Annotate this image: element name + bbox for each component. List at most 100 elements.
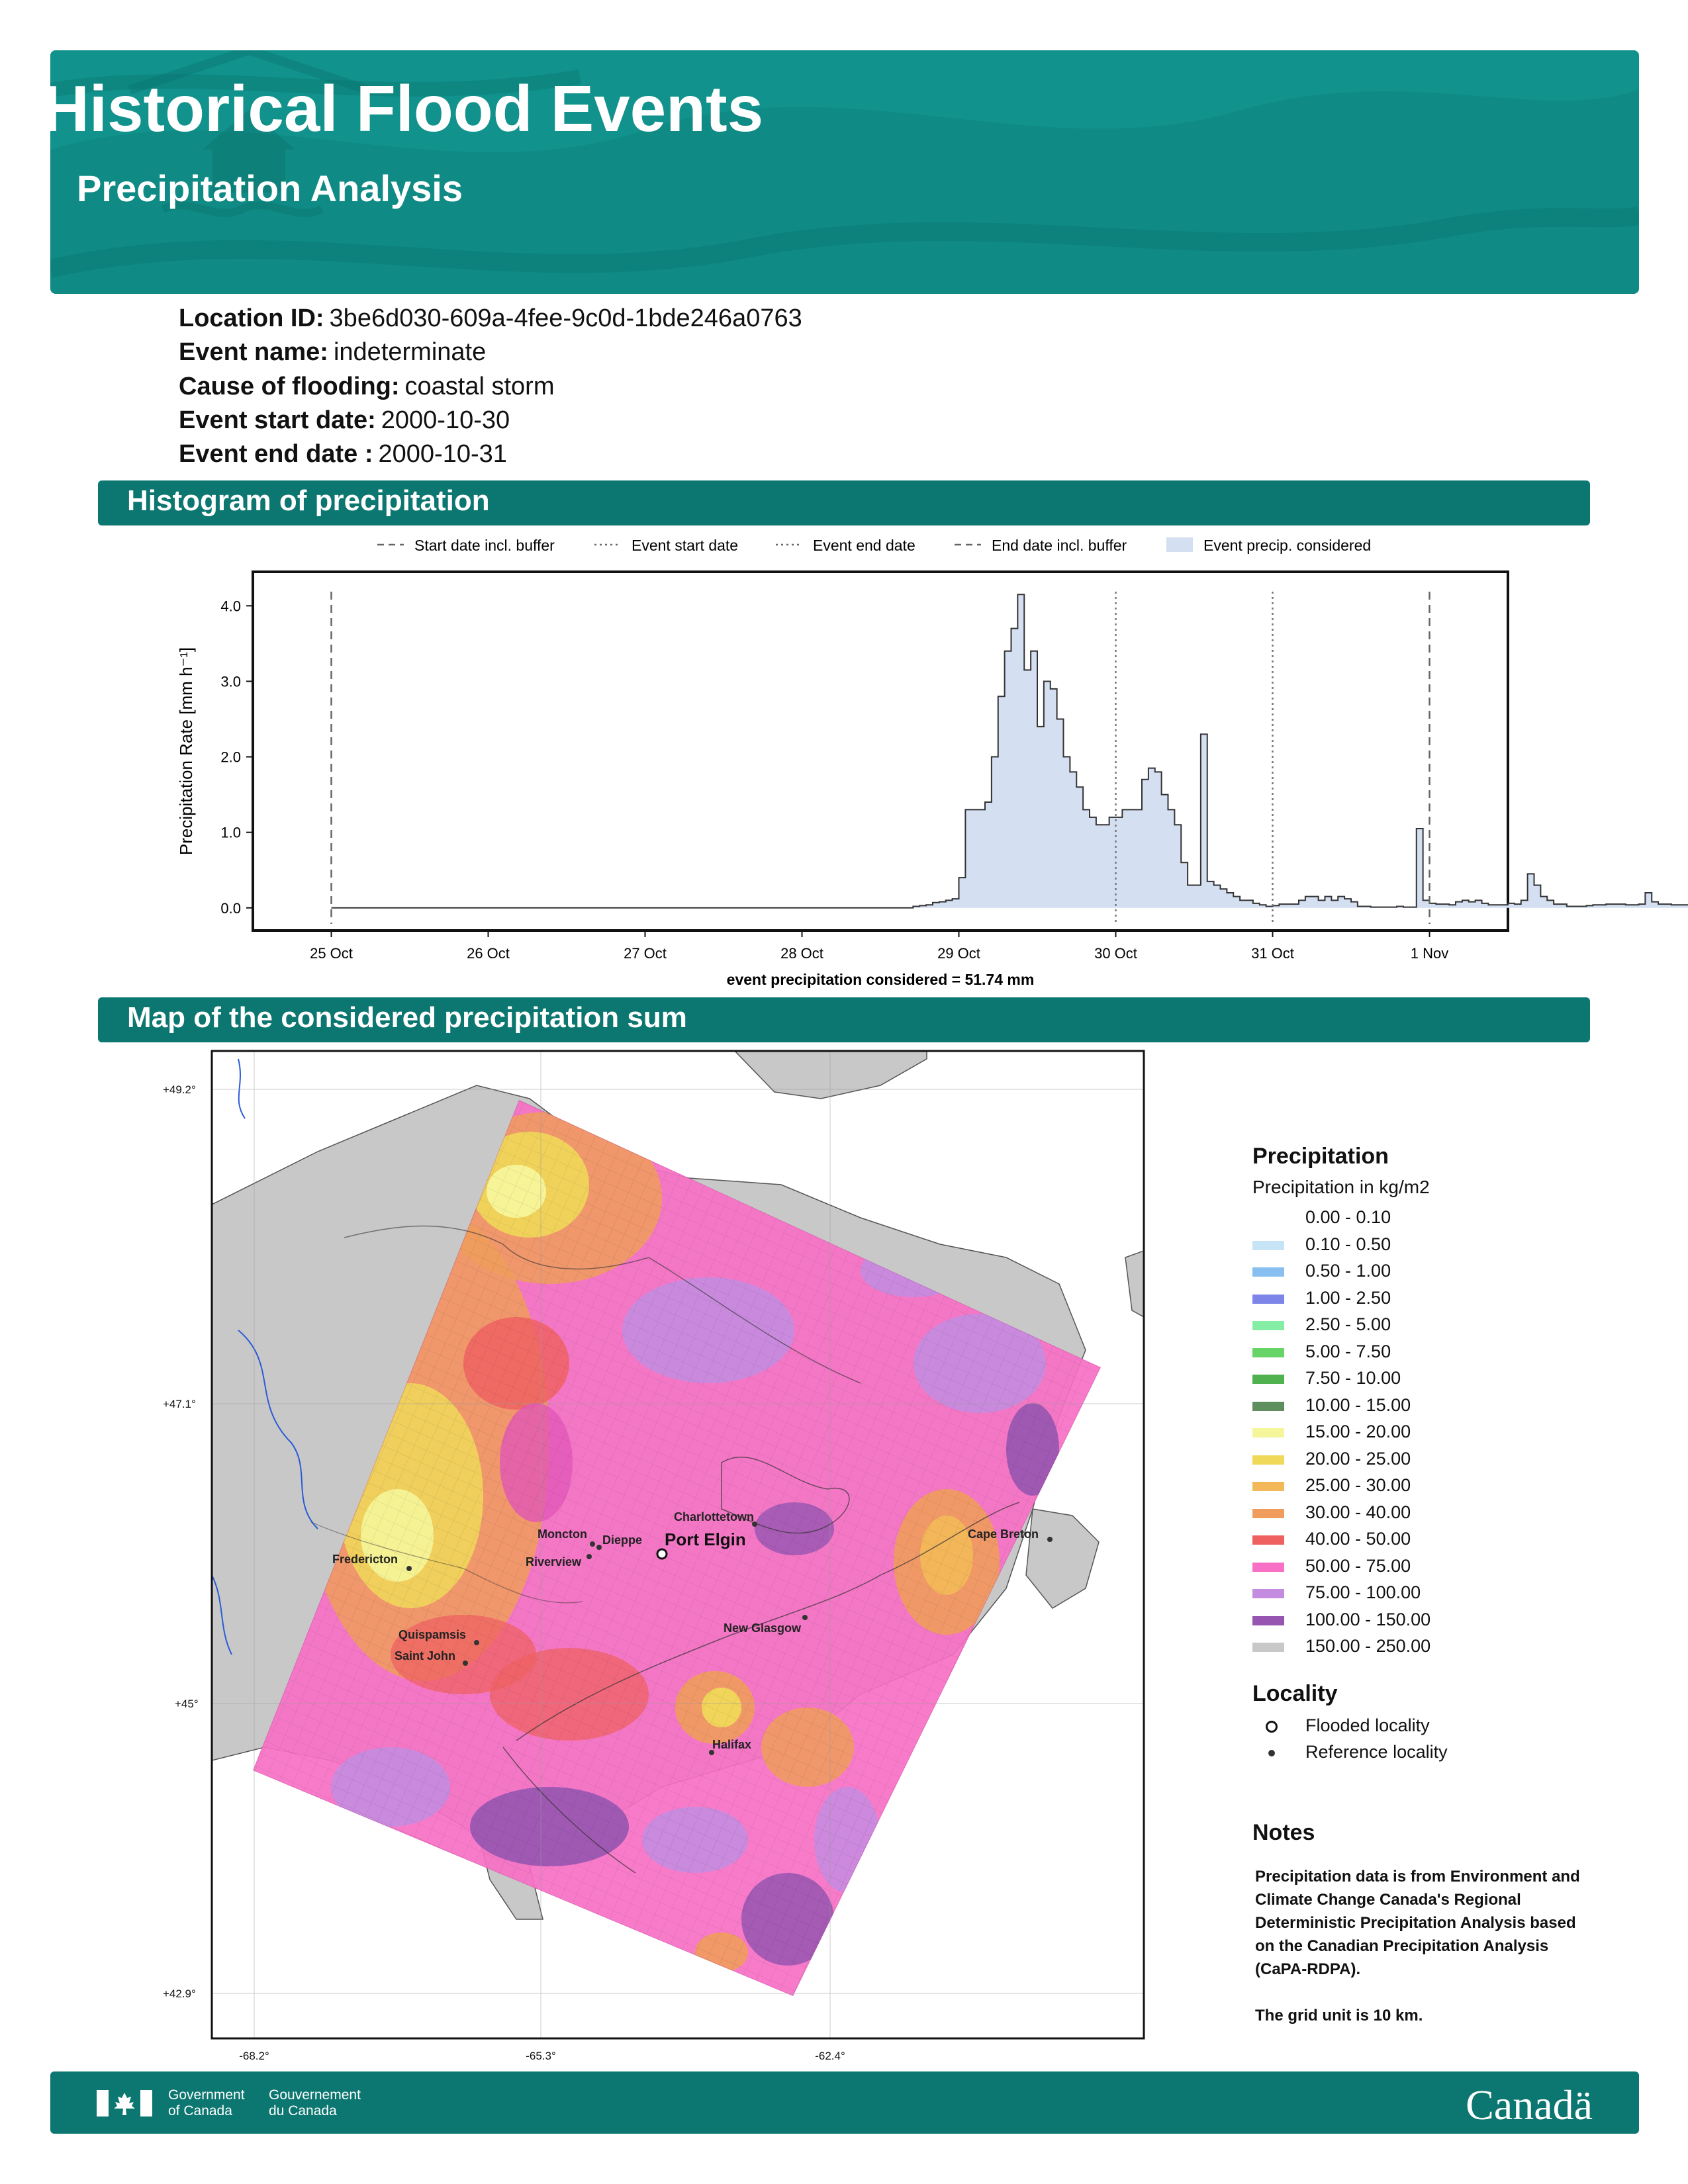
reference-locality-dot: [1047, 1537, 1053, 1542]
lat-tick: +47.1°: [163, 1398, 196, 1410]
notes-text: Precipitation data is from Environment a…: [1255, 1865, 1613, 2027]
lon-tick: -68.2°: [239, 2050, 269, 2062]
histogram-bar: [1351, 901, 1358, 908]
histogram-bar: [1318, 900, 1325, 908]
legend-color-swatch: [1252, 1321, 1284, 1330]
histogram-bar: [1429, 903, 1436, 908]
reference-locality-dot: [586, 1554, 592, 1559]
notes-line: Climate Change Canada's Regional: [1255, 1891, 1521, 1909]
legend-bin-label: 50.00 - 75.00: [1305, 1555, 1411, 1576]
x-tick-label: 1 Nov: [1411, 945, 1448, 962]
legend-bin-label: 100.00 - 150.00: [1305, 1609, 1431, 1629]
histogram-bar: [1468, 901, 1476, 908]
legend-bin-label: 150.00 - 250.00: [1305, 1636, 1431, 1656]
histogram-bar: [1246, 900, 1254, 908]
legend-bin-label: 10.00 - 15.00: [1305, 1394, 1411, 1415]
histogram-bar: [1462, 900, 1470, 908]
histogram-bar: [1220, 889, 1227, 908]
histogram-bar: [1416, 828, 1424, 908]
notes-spacer: [1255, 1981, 1613, 2004]
legend-color-swatch: [1252, 1455, 1284, 1465]
histogram-bar: [1540, 896, 1548, 908]
gov-name-fr-line1: Gouvernement: [269, 2087, 361, 2103]
flooded-marker-icon: [1266, 1721, 1278, 1733]
legend-bin-label: 40.00 - 50.00: [1305, 1529, 1411, 1549]
gov-name-fr: Gouvernement du Canada: [269, 2087, 361, 2119]
histogram-bar: [1338, 896, 1345, 908]
histogram-bar: [1475, 900, 1482, 908]
histogram-bar: [1652, 901, 1659, 908]
histogram-bar: [1331, 900, 1338, 908]
legend-color-swatch: [1252, 1214, 1284, 1223]
lat-tick: +49.2°: [163, 1083, 196, 1096]
legend-color-swatch: [1252, 1482, 1284, 1491]
histogram-bar: [1213, 885, 1221, 908]
histogram-bar: [1508, 903, 1515, 908]
histogram-bar: [1645, 892, 1652, 908]
reference-locality-dot: [596, 1545, 602, 1550]
legend-color-swatch: [1252, 1615, 1284, 1625]
flooded-locality-marker: [656, 1548, 668, 1560]
legend-bin-label: 2.50 - 5.00: [1305, 1314, 1391, 1334]
reference-locality-dot: [474, 1640, 479, 1645]
locality-label: Dieppe: [602, 1533, 642, 1547]
legend-label: Reference locality: [1305, 1742, 1448, 1762]
histogram-bar: [1240, 900, 1247, 908]
lat-tick: +42.9°: [163, 1987, 196, 2000]
locality-label: New Glasgow: [724, 1621, 802, 1635]
locality-label: Charlottetown: [674, 1510, 754, 1524]
legend-bin-label: 1.00 - 2.50: [1305, 1287, 1391, 1308]
legend-bin-label: 20.00 - 25.00: [1305, 1448, 1411, 1469]
legend-bin-label: 25.00 - 30.00: [1305, 1475, 1411, 1495]
legend-bin-label: 15.00 - 20.00: [1305, 1422, 1411, 1441]
histogram-bar: [1547, 900, 1554, 908]
lon-tick: -62.4°: [815, 2050, 845, 2062]
locality-label: Moncton: [538, 1527, 587, 1541]
legend-color-swatch: [1252, 1240, 1284, 1250]
lat-tick: +45°: [175, 1698, 199, 1710]
precipitation-map: Charlottetown Moncton Dieppe Riverview F…: [163, 1050, 1145, 2062]
legend-bin-label: 7.50 - 10.00: [1305, 1368, 1401, 1388]
histogram-bar: [1481, 903, 1489, 908]
gov-name-fr-line2: du Canada: [269, 2103, 337, 2118]
legend-color-swatch: [1252, 1562, 1284, 1572]
locality-label: Fredericton: [332, 1553, 398, 1566]
legend-label: Event precip. considered: [1203, 537, 1371, 554]
notes-title: Notes: [1252, 1820, 1315, 1845]
canada-wordmark: Canadä: [1466, 2081, 1593, 2128]
histogram-bar: [1200, 734, 1208, 908]
legend-title: Precipitation: [1252, 1144, 1389, 1169]
histogram-bar: [1194, 885, 1201, 908]
flooded-locality-label: Port Elgin: [665, 1529, 746, 1549]
histogram-bar: [1233, 896, 1241, 908]
legend-color-swatch: [1252, 1267, 1284, 1277]
legend-bin-label: 30.00 - 40.00: [1305, 1502, 1411, 1522]
histogram-bar: [1344, 899, 1352, 908]
reference-locality-dot: [802, 1615, 808, 1620]
reference-locality-dot: [463, 1661, 468, 1666]
notes-line: Deterministic Precipitation Analysis bas…: [1255, 1914, 1576, 1932]
locality-legend-title: Locality: [1252, 1681, 1338, 1706]
gov-name-en-line1: Government: [168, 2087, 245, 2103]
notes-line: The grid unit is 10 km.: [1255, 2007, 1423, 2025]
locality-label: Cape Breton: [968, 1527, 1039, 1541]
legend-bin-label: 0.00 - 0.10: [1305, 1207, 1391, 1227]
gov-name-en: Government of Canada: [168, 2087, 245, 2119]
locality-label: Riverview: [526, 1555, 582, 1569]
legend-bin-label: 0.10 - 0.50: [1305, 1234, 1391, 1254]
histogram-bar: [1325, 896, 1332, 908]
legend-color-swatch: [1252, 1294, 1284, 1304]
locality-label: Saint John: [395, 1649, 455, 1662]
canada-flag-icon: [97, 2090, 152, 2116]
histogram-bar: [1305, 896, 1313, 908]
legend-color-swatch: [1252, 1508, 1284, 1518]
histogram-bar: [1456, 901, 1463, 908]
legend-bin-label: 75.00 - 100.00: [1305, 1582, 1421, 1602]
histogram-bar: [1534, 885, 1541, 908]
lon-tick: -65.3°: [526, 2050, 556, 2062]
legend-color-swatch: [1252, 1589, 1284, 1598]
legend-color-swatch: [1252, 1375, 1284, 1384]
reference-marker-icon: [1268, 1750, 1275, 1756]
x-tick-label: 31 Oct: [1251, 945, 1294, 962]
histogram-bar: [1252, 903, 1260, 908]
